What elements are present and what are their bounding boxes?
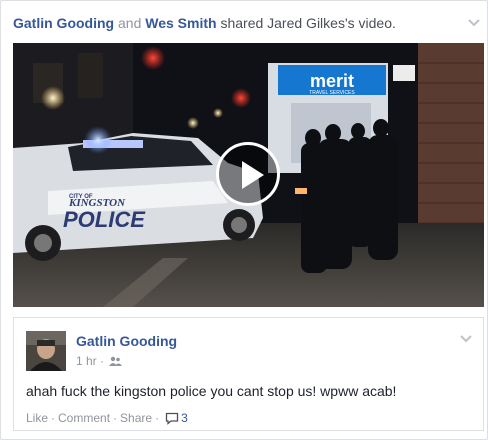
- post-actions: Like · Comment · Share · 3: [26, 411, 188, 428]
- car-police-text: POLICE: [63, 207, 146, 232]
- friends-icon[interactable]: [109, 355, 123, 371]
- comment-count[interactable]: 3: [181, 411, 188, 425]
- post-options-chevron-icon[interactable]: [459, 334, 473, 344]
- shared-post: Gatlin Gooding 1 hr · ahah fuck the king…: [13, 317, 484, 431]
- actor-link[interactable]: Gatlin Gooding: [13, 15, 114, 31]
- header-action-text: shared Jared Gilkes's video.: [220, 15, 396, 31]
- post-author-name[interactable]: Gatlin Gooding: [76, 333, 177, 349]
- post-meta: 1 hr ·: [76, 353, 123, 371]
- story-options-chevron-icon[interactable]: [467, 18, 481, 28]
- play-icon: [242, 161, 264, 189]
- like-link[interactable]: Like: [26, 411, 48, 425]
- share-link[interactable]: Share: [120, 411, 152, 425]
- post-message: ahah fuck the kingston police you cant s…: [26, 383, 397, 399]
- actor-link[interactable]: Wes Smith: [145, 15, 216, 31]
- story-header: Gatlin Gooding and Wes Smith shared Jare…: [13, 13, 457, 33]
- comment-bubble-icon[interactable]: [165, 412, 179, 428]
- play-button[interactable]: [216, 142, 280, 206]
- store-sign-text: merit: [310, 71, 354, 91]
- avatar[interactable]: [26, 331, 66, 371]
- comment-link[interactable]: Comment: [58, 411, 110, 425]
- store-sign-subtext: TRAVEL SERVICES: [309, 90, 355, 96]
- video-player[interactable]: merit TRAVEL SERVICES CITY OF KINGSTON P…: [13, 43, 484, 307]
- feed-story-card: Gatlin Gooding and Wes Smith shared Jare…: [0, 0, 488, 440]
- header-conjunction: and: [118, 15, 142, 31]
- post-timestamp[interactable]: 1 hr: [76, 354, 97, 368]
